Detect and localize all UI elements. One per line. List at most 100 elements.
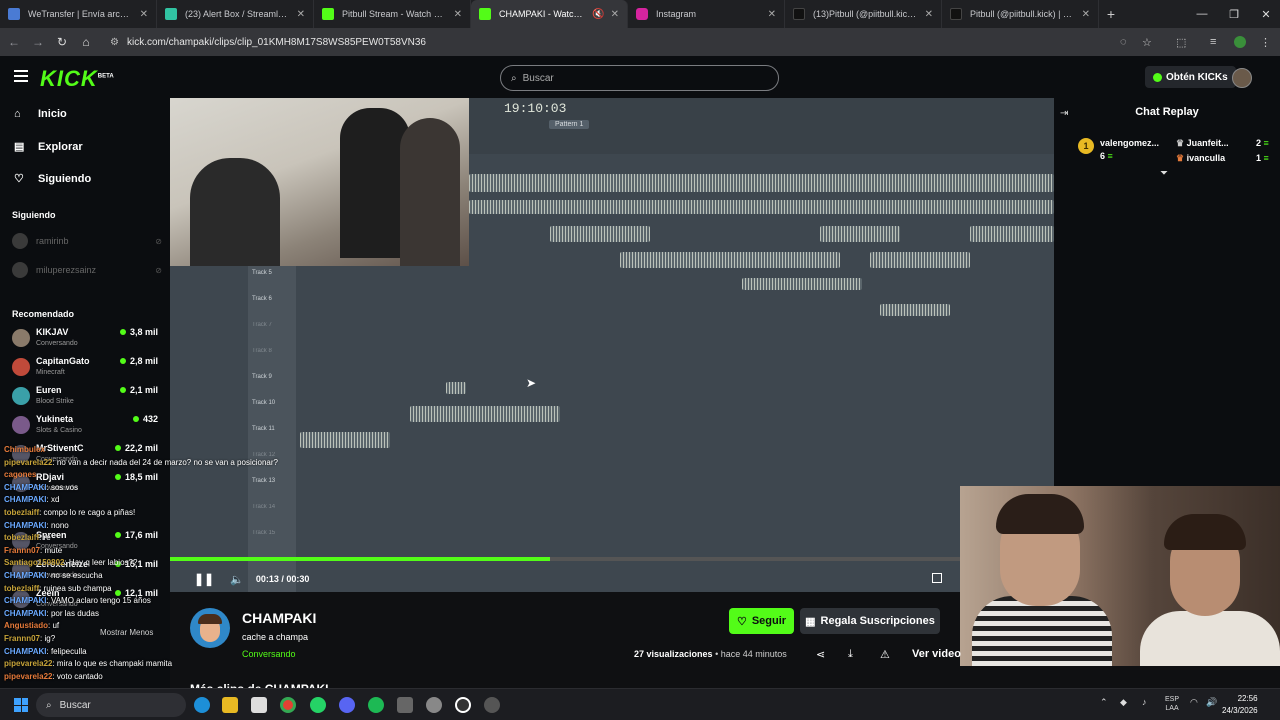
- show-less-link[interactable]: Mostrar Menos: [100, 628, 153, 637]
- reload-button[interactable]: ↻: [50, 35, 74, 49]
- obs-icon[interactable]: [455, 697, 471, 713]
- channel-avatar[interactable]: [190, 608, 230, 648]
- chat-username[interactable]: Frannn07: [4, 634, 40, 643]
- windows-start-icon[interactable]: [14, 698, 28, 712]
- store-icon[interactable]: [251, 697, 267, 713]
- tab-wetransfer[interactable]: WeTransfer | Envía archivos pe ✕: [0, 0, 157, 28]
- forward-button[interactable]: →: [26, 35, 50, 49]
- chat-username[interactable]: Frannn07: [4, 546, 40, 555]
- menu-dots-icon[interactable]: ⋮: [1260, 36, 1271, 49]
- chat-username[interactable]: pipevarela22: [4, 672, 52, 681]
- chat-username[interactable]: tobezlaiff: [4, 584, 39, 593]
- settings-icon[interactable]: [426, 697, 442, 713]
- chat-username[interactable]: CHAMPAKI: [4, 521, 47, 530]
- get-kicks-button[interactable]: Obtén KICKs: [1145, 66, 1236, 88]
- channel-name[interactable]: CHAMPAKI: [242, 610, 316, 626]
- edge-icon[interactable]: [194, 697, 210, 713]
- download-icon[interactable]: ⤓: [848, 648, 853, 661]
- chat-username[interactable]: cagones: [4, 470, 36, 479]
- chat-username[interactable]: tobezlaiff: [4, 533, 39, 542]
- tab-streamlabs[interactable]: (23) Alert Box / Streamlabs ✕: [157, 0, 314, 28]
- chat-username[interactable]: CHAMPAKI: [4, 647, 47, 656]
- chat-username[interactable]: CHAMPAKI: [4, 483, 47, 492]
- user-avatar[interactable]: [1232, 68, 1252, 88]
- search-input[interactable]: ⌕ Buscar: [500, 65, 779, 91]
- app-icon[interactable]: [397, 697, 413, 713]
- nav-explore[interactable]: ▤ Explorar: [14, 140, 83, 154]
- recommended-item[interactable]: KIKJAV Conversando 3,8 mil: [12, 325, 162, 353]
- chat-username[interactable]: Angustiado: [4, 621, 48, 630]
- filter-icon[interactable]: ⏷: [1160, 168, 1168, 179]
- leaderboard-user[interactable]: valengomez...: [1100, 138, 1159, 148]
- watch-video-link[interactable]: Ver video: [912, 648, 961, 660]
- kick-logo[interactable]: KICKBETA: [40, 66, 114, 92]
- back-button[interactable]: ←: [2, 35, 26, 49]
- report-icon[interactable]: ⚠: [880, 648, 890, 661]
- close-icon[interactable]: ✕: [140, 9, 148, 20]
- tab-tiktok-2[interactable]: Pitbull (@piitbull.kick) | TikTok ✕: [942, 0, 1099, 28]
- fullscreen-icon[interactable]: [932, 573, 942, 583]
- profile-avatar[interactable]: [1234, 36, 1246, 48]
- tab-instagram[interactable]: Instagram ✕: [628, 0, 785, 28]
- chat-username[interactable]: tobezlaiff: [4, 508, 39, 517]
- video-player[interactable]: 19:10:03 Pattern 1 Track 5 Track 6 Track…: [170, 98, 1054, 592]
- following-item[interactable]: ramirinb ⊘: [12, 233, 162, 249]
- leaderboard-user[interactable]: ♛ ivanculla: [1176, 153, 1225, 164]
- mic-icon[interactable]: ♪: [1142, 697, 1147, 707]
- gift-subs-button[interactable]: ▦ Regala Suscripciones: [800, 608, 940, 634]
- home-button[interactable]: ⌂: [74, 35, 98, 49]
- chat-username[interactable]: CHAMPAKI: [4, 596, 47, 605]
- eye-off-icon[interactable]: ◌: [1120, 36, 1127, 48]
- recommended-item[interactable]: Euren Blood Strike 2,1 mil: [12, 383, 162, 411]
- site-info-icon[interactable]: ⚙: [110, 37, 119, 48]
- close-icon[interactable]: ✕: [297, 9, 305, 20]
- language-indicator[interactable]: ESP LAA: [1165, 695, 1179, 713]
- url-field[interactable]: ⚙ kick.com/champaki/clips/clip_01KMH8M17S…: [110, 32, 1110, 52]
- chat-username[interactable]: CHAMPAKI: [4, 495, 47, 504]
- taskbar-search[interactable]: ⌕ Buscar: [36, 693, 186, 717]
- app-icon[interactable]: [484, 697, 500, 713]
- reading-list-icon[interactable]: ≡: [1210, 36, 1216, 48]
- leaderboard-user[interactable]: ♛ Juanfeit...: [1176, 138, 1229, 149]
- close-icon[interactable]: ✕: [611, 9, 619, 20]
- discord-icon[interactable]: [339, 697, 355, 713]
- chat-username[interactable]: CHAMPAKI: [4, 609, 47, 618]
- spotify-icon[interactable]: [368, 697, 384, 713]
- chat-username[interactable]: Chimbulex: [4, 445, 45, 454]
- tab-pitbull-stream[interactable]: Pitbull Stream - Watch Live on ✕: [314, 0, 471, 28]
- mute-tab-icon[interactable]: 🔇: [592, 9, 604, 20]
- minimize-button[interactable]: —: [1186, 0, 1218, 28]
- nav-following[interactable]: ♡ Siguiendo: [14, 172, 91, 186]
- menu-icon[interactable]: [14, 70, 28, 82]
- chat-username[interactable]: CHAMPAKI: [4, 571, 47, 580]
- chat-username[interactable]: Santiago150802: [4, 558, 64, 567]
- file-explorer-icon[interactable]: [222, 697, 238, 713]
- channel-category[interactable]: Conversando: [242, 649, 296, 659]
- tab-champaki[interactable]: CHAMPAKI - Watch clips o 🔇 ✕: [471, 0, 628, 28]
- following-item[interactable]: miluperezsainz ⊘: [12, 262, 162, 278]
- maximize-button[interactable]: ❐: [1218, 0, 1250, 28]
- tray-expand-icon[interactable]: ⌃: [1100, 697, 1108, 708]
- recommended-item[interactable]: CapitanGato Minecraft 2,8 mil: [12, 354, 162, 382]
- close-icon[interactable]: ✕: [925, 9, 933, 20]
- recommended-item[interactable]: Yukineta Slots & Casino 432: [12, 412, 162, 440]
- extensions-icon[interactable]: ⬚: [1176, 36, 1186, 49]
- new-tab-button[interactable]: +: [1099, 6, 1123, 22]
- chrome-icon[interactable]: [280, 697, 296, 713]
- close-icon[interactable]: ✕: [1082, 9, 1090, 20]
- tray-app-icon[interactable]: ◆: [1120, 697, 1127, 708]
- close-window-button[interactable]: ✕: [1250, 0, 1280, 28]
- wifi-icon[interactable]: ◠: [1190, 697, 1198, 708]
- chat-username[interactable]: pipevarela22: [4, 458, 52, 467]
- volume-icon[interactable]: 🔊: [1206, 697, 1217, 708]
- volume-icon[interactable]: 🔈: [230, 573, 244, 586]
- taskbar-clock[interactable]: 22:56 24/3/2026: [1222, 693, 1258, 717]
- close-icon[interactable]: ✕: [454, 9, 462, 20]
- follow-button[interactable]: ♡ Seguir: [729, 608, 794, 634]
- whatsapp-icon[interactable]: [310, 697, 326, 713]
- pause-icon[interactable]: ❚❚: [194, 572, 214, 586]
- tab-tiktok-1[interactable]: (13)Pitbull (@piitbull.kick) | Tik ✕: [785, 0, 942, 28]
- close-icon[interactable]: ✕: [768, 9, 776, 20]
- bookmark-star-icon[interactable]: ☆: [1142, 36, 1152, 49]
- share-icon[interactable]: ⋖: [816, 648, 825, 661]
